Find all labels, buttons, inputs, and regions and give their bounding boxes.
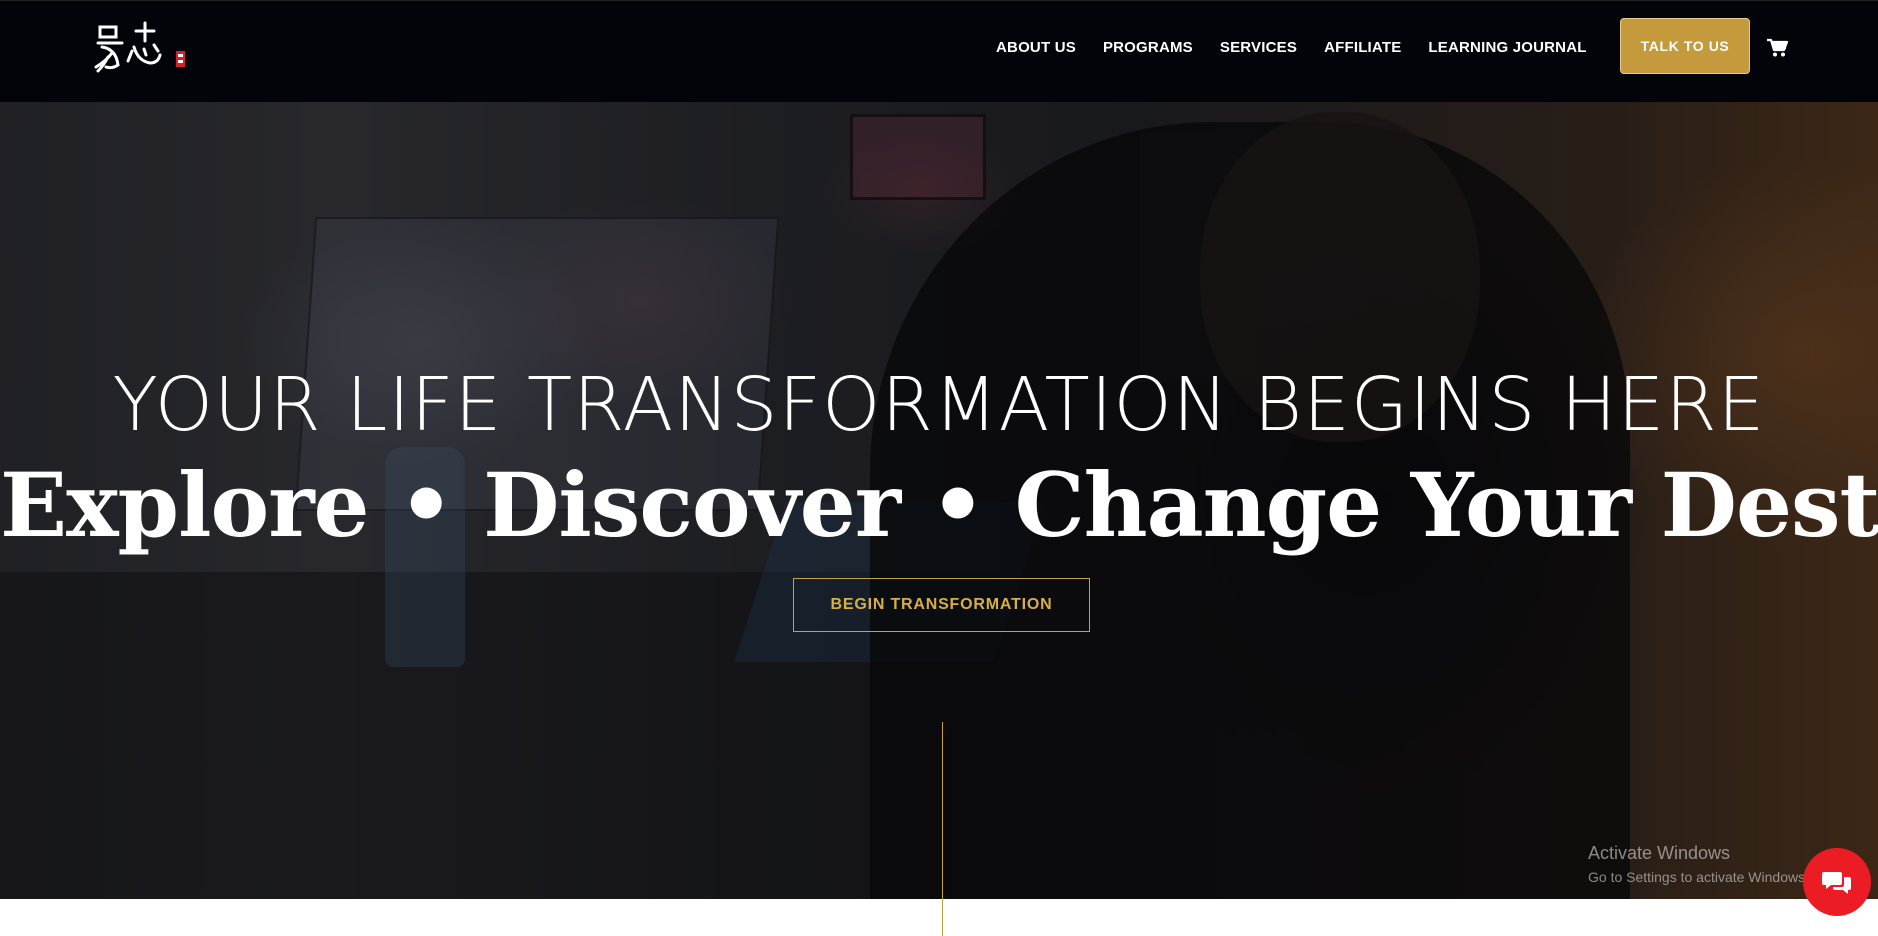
chat-bubbles-icon <box>1822 872 1851 894</box>
begin-transformation-button[interactable]: BEGIN TRANSFORMATION <box>793 578 1090 632</box>
calligraphy-logo-icon <box>94 21 185 73</box>
hero-section: YOUR LIFE TRANSFORMATION BEGINS HERE Exp… <box>0 102 1878 899</box>
nav-item-affiliate[interactable]: AFFILIATE <box>1324 39 1401 56</box>
hero-subheadline: Explore • Discover • Change Your Destiny <box>0 453 1878 557</box>
nav-item-learning-journal[interactable]: LEARNING JOURNAL <box>1428 39 1586 56</box>
site-header: ABOUT US PROGRAMS SERVICES AFFILIATE LEA… <box>0 0 1878 102</box>
nav-item-services[interactable]: SERVICES <box>1220 39 1297 56</box>
activate-windows-subtitle: Go to Settings to activate Windows. <box>1588 869 1809 885</box>
nav-item-about-us[interactable]: ABOUT US <box>996 39 1076 56</box>
activate-windows-title: Activate Windows <box>1588 843 1731 863</box>
nav-item-programs[interactable]: PROGRAMS <box>1103 39 1193 56</box>
chat-button[interactable] <box>1803 848 1871 916</box>
scroll-indicator-line <box>942 722 943 936</box>
talk-to-us-button[interactable]: TALK TO US <box>1620 18 1750 74</box>
main-nav: ABOUT US PROGRAMS SERVICES AFFILIATE LEA… <box>996 37 1587 57</box>
hero-headline: YOUR LIFE TRANSFORMATION BEGINS HERE <box>112 362 1766 448</box>
site-logo[interactable] <box>92 17 212 77</box>
activate-windows-watermark: Activate Windows Go to Settings to activ… <box>1588 842 1809 886</box>
shopping-cart-icon[interactable] <box>1766 38 1789 58</box>
